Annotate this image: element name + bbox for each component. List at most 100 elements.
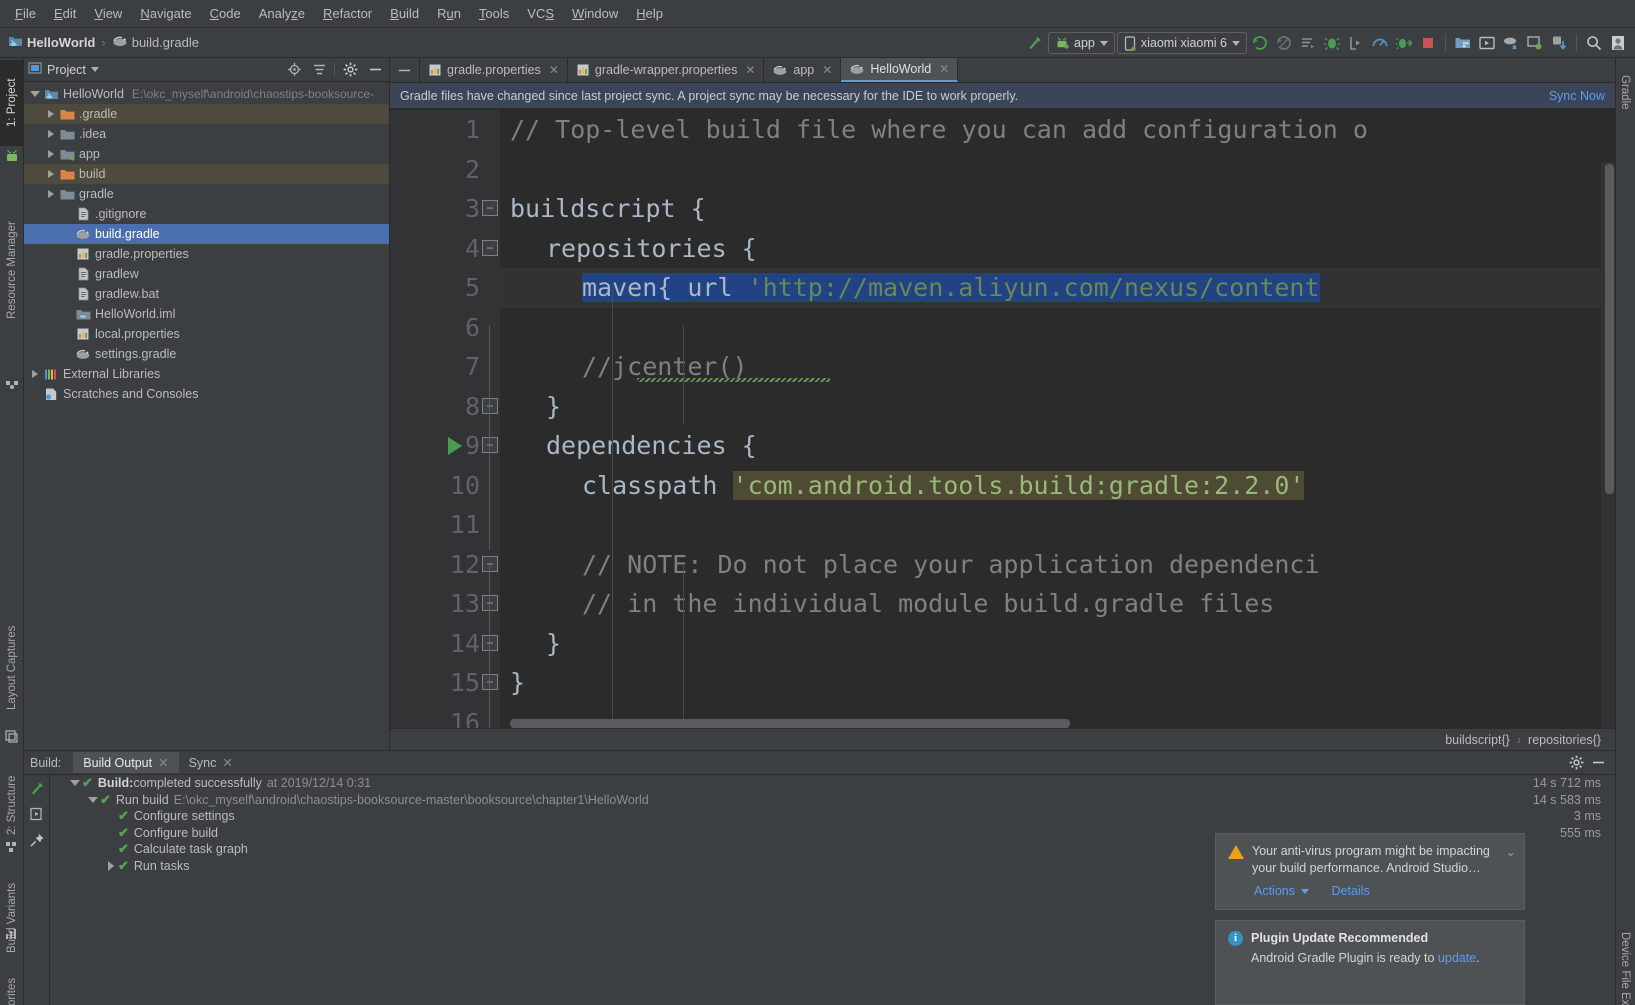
profiler-icon[interactable] [1369, 32, 1391, 54]
fold-toggle-icon[interactable]: − [482, 437, 498, 453]
fold-toggle-icon[interactable]: − [482, 239, 498, 256]
tree-row[interactable]: HelloWorld.iml [24, 304, 389, 324]
code-line-text[interactable]: // in the individual module build.gradle… [582, 584, 1274, 624]
tool-window-tab-resource-manager[interactable]: Resource Manager [0, 170, 24, 370]
code-selected-text[interactable]: maven{ url [582, 273, 748, 302]
tree-row[interactable]: Scratches and Consoles [24, 384, 389, 404]
locate-icon[interactable] [284, 60, 304, 80]
chevron-right-icon[interactable] [44, 170, 58, 178]
fold-toggle-icon[interactable]: − [482, 595, 498, 611]
avd-manager-icon[interactable] [1476, 32, 1498, 54]
chevron-down-icon[interactable] [28, 91, 42, 97]
project-tree[interactable]: HelloWorld E:\okc_myself\android\chaostip… [24, 82, 389, 750]
tree-row[interactable]: .idea [24, 124, 389, 144]
menu-item-code[interactable]: Code [201, 3, 250, 24]
code-line-text[interactable]: //jcenter() [582, 347, 748, 387]
chevron-right-icon[interactable] [28, 370, 42, 378]
breadcrumb-file[interactable]: build.gradle [132, 35, 199, 50]
tree-row[interactable]: gradlew.bat [24, 284, 389, 304]
build-tree-row[interactable]: ✔ Build: completed successfully at 2019/12… [50, 775, 1615, 792]
code-line-text[interactable]: repositories { [546, 229, 757, 269]
menu-item-run[interactable]: Run [428, 3, 470, 24]
menu-item-refactor[interactable]: Refactor [314, 3, 381, 24]
avatar-icon[interactable] [1607, 32, 1629, 54]
download-icon[interactable] [1548, 32, 1570, 54]
tree-row[interactable]: app [24, 144, 389, 164]
code-line-text[interactable]: // NOTE: Do not place your application d… [582, 545, 1320, 585]
code-string-selected[interactable]: 'http://maven.aliyun.com/nexus/content [747, 273, 1320, 302]
run-icon[interactable] [1249, 32, 1271, 54]
menu-item-file[interactable]: File [6, 3, 45, 24]
menu-item-vcs[interactable]: VCS [518, 3, 563, 24]
gear-icon[interactable] [340, 60, 360, 80]
code-editor[interactable]: 1 // Top-level build file where you can a… [390, 110, 1615, 750]
fold-toggle-icon[interactable]: − [482, 555, 498, 572]
stop-icon[interactable] [1417, 32, 1439, 54]
chevron-down-icon[interactable] [68, 780, 82, 787]
tool-window-tab-device-file-explorer[interactable]: Device File Explorer [1615, 908, 1635, 1005]
code-line-text[interactable]: classpath 'com.android.tools.build:gradl… [582, 466, 1305, 506]
sdk-manager-icon[interactable] [1452, 32, 1474, 54]
chevron-right-icon[interactable] [104, 860, 118, 871]
notification-antivirus[interactable]: Your anti-virus program might be impacti… [1215, 833, 1525, 910]
close-icon[interactable]: ✕ [222, 755, 232, 770]
editor-breadcrumb-item[interactable]: buildscript{} [1445, 733, 1510, 747]
chevron-down-icon[interactable] [86, 796, 100, 803]
collapse-all-icon[interactable] [309, 60, 329, 80]
build-tree-row[interactable]: ✔ Run build E:\okc_myself\android\chaostip… [50, 792, 1615, 809]
tree-row[interactable]: settings.gradle [24, 344, 389, 364]
fold-toggle-icon[interactable]: − [482, 200, 498, 216]
editor-breadcrumb-item[interactable]: repositories{} [1528, 733, 1601, 747]
editor-marker-bar[interactable] [1601, 162, 1615, 728]
code-line-text[interactable]: } [510, 663, 525, 703]
hide-panel-icon[interactable] [1587, 752, 1609, 774]
editor-vertical-scrollbar[interactable] [1605, 164, 1614, 494]
close-icon[interactable]: ✕ [822, 63, 832, 77]
run-instant-icon[interactable] [1393, 32, 1415, 54]
pin-icon[interactable] [24, 827, 50, 853]
close-icon[interactable]: ✕ [745, 63, 755, 77]
code-line-text[interactable]: } [546, 624, 561, 664]
tool-window-tab-layout-captures[interactable]: Layout Captures [0, 598, 24, 738]
code-line-text[interactable]: maven{ url 'http://maven.aliyun.com/nexu… [582, 268, 1320, 308]
chevron-down-icon[interactable]: ⌄ [1506, 844, 1516, 861]
menu-item-build[interactable]: Build [381, 3, 428, 24]
menu-item-edit[interactable]: Edit [45, 3, 85, 24]
menu-item-analyze[interactable]: Analyze [250, 3, 314, 24]
fold-toggle-icon[interactable]: − [482, 397, 498, 414]
editor-tab-helloworld[interactable]: HelloWorld ✕ [841, 58, 959, 82]
attach-debugger-icon[interactable] [1345, 32, 1367, 54]
notification-actions-link[interactable]: Actions [1254, 883, 1310, 900]
notification-plugin-update[interactable]: i Plugin Update Recommended Android Grad… [1215, 920, 1525, 1005]
sync-now-link[interactable]: Sync Now [1549, 89, 1605, 103]
code-line-text[interactable]: dependencies { [546, 426, 757, 466]
run-gutter-icon[interactable] [448, 437, 462, 455]
menu-item-navigate[interactable]: Navigate [131, 3, 200, 24]
editor-tab-gradle-properties[interactable]: gradle.properties ✕ [420, 58, 568, 82]
chevron-right-icon[interactable] [44, 190, 58, 198]
close-icon[interactable]: ✕ [939, 62, 949, 76]
breadcrumb-project[interactable]: HelloWorld [27, 35, 95, 50]
chevron-right-icon[interactable] [44, 150, 58, 158]
tree-row[interactable]: gradle [24, 184, 389, 204]
hide-panel-icon[interactable] [365, 60, 385, 80]
editor-tab-gradle-wrapper-properties[interactable]: gradle-wrapper.properties ✕ [567, 58, 765, 82]
fold-toggle-icon[interactable]: − [482, 674, 498, 690]
tool-window-tab-1-project[interactable]: 1: Project [0, 60, 24, 146]
menu-item-help[interactable]: Help [627, 3, 672, 24]
tree-row[interactable]: build.gradle [24, 224, 389, 244]
menu-item-view[interactable]: View [85, 3, 131, 24]
chevron-right-icon[interactable] [44, 110, 58, 118]
tool-window-tab-2-favorites[interactable]: 2: Favorites [0, 958, 24, 1005]
restart-icon[interactable] [24, 801, 50, 827]
chevron-down-icon[interactable] [90, 67, 99, 72]
notification-details-link[interactable]: Details [1331, 883, 1369, 900]
device-selector[interactable]: xiaomi xiaomi 6 [1116, 32, 1247, 54]
tree-row[interactable]: .gradle [24, 104, 389, 124]
tree-row[interactable]: gradle.properties [24, 244, 389, 264]
tree-row[interactable]: External Libraries [24, 364, 389, 384]
tree-row[interactable]: .gitignore [24, 204, 389, 224]
editor-tabs-collapse-icon[interactable] [390, 58, 420, 82]
debug-icon[interactable] [1321, 32, 1343, 54]
tree-row[interactable]: local.properties [24, 324, 389, 344]
